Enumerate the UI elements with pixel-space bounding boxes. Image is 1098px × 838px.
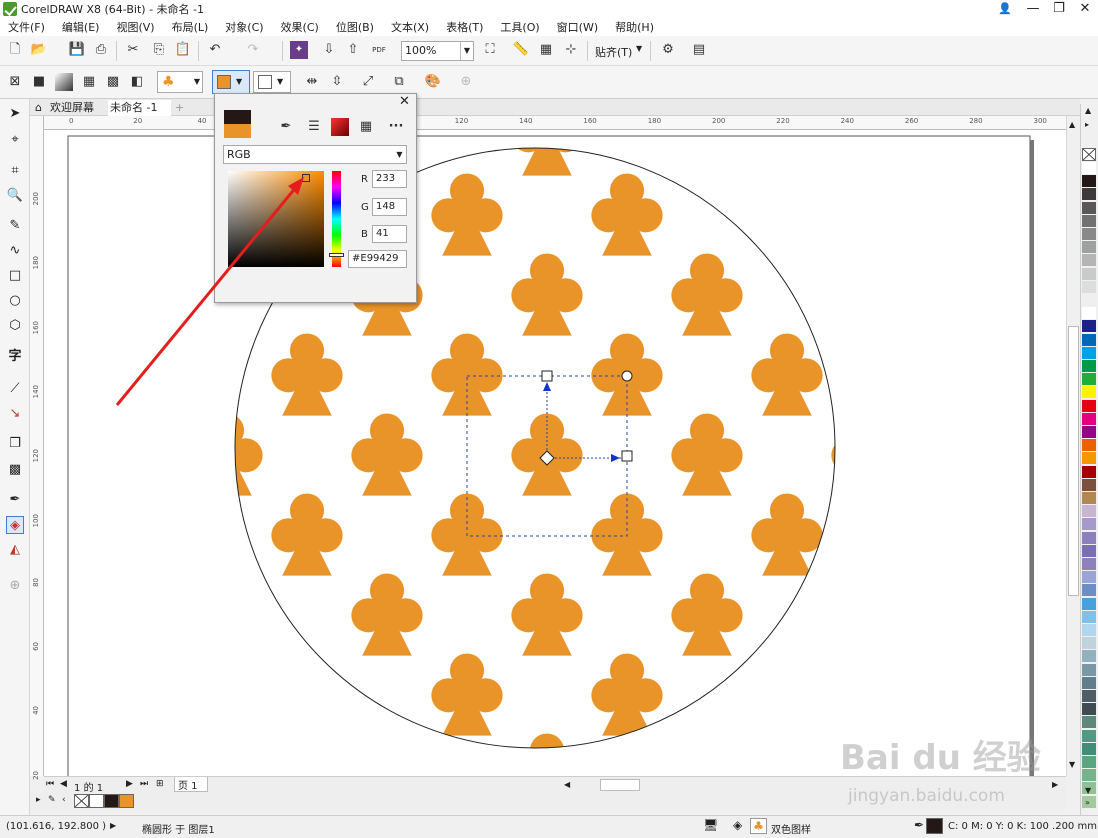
- annotation-overlay: [115, 177, 304, 406]
- annotation-arrow-line: [115, 185, 299, 406]
